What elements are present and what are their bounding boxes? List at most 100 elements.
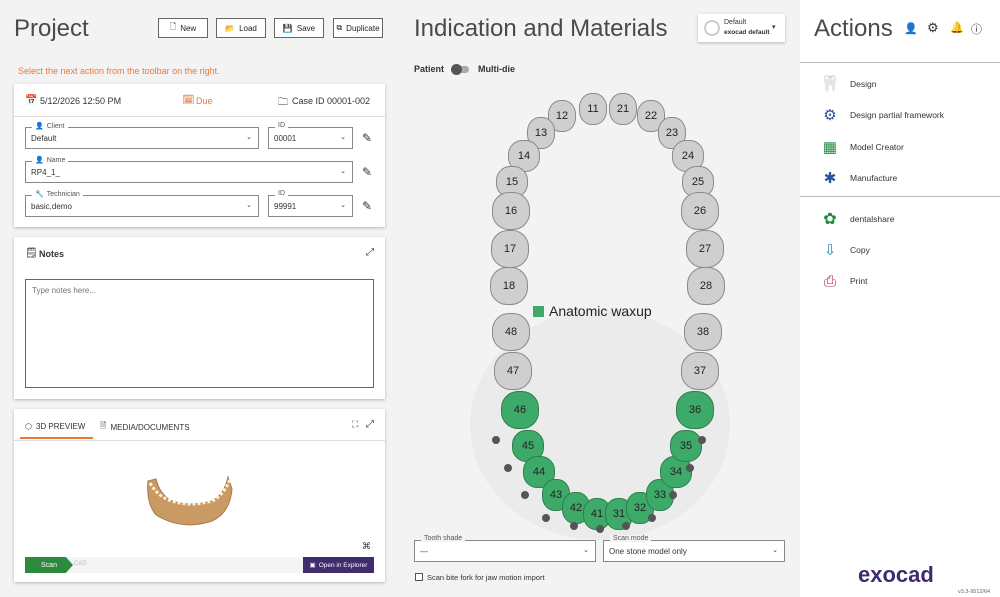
cad-step[interactable]: CAD [74, 561, 87, 567]
notes-input[interactable] [25, 279, 374, 388]
tooth-17[interactable]: 17 [491, 230, 529, 268]
expand-icon[interactable]: ⤢ [366, 419, 374, 430]
connector-dot[interactable] [492, 436, 500, 444]
connector-dot[interactable] [686, 464, 694, 472]
expand-icon[interactable]: ⤢ [366, 247, 374, 258]
legend-label: Anatomic waxup [549, 303, 652, 319]
version-text: v3.3-9512/64 [958, 589, 991, 595]
edit-client-icon[interactable]: ✎ [362, 131, 372, 145]
tooth-number: 17 [503, 243, 517, 255]
due-label[interactable]: Due [196, 96, 213, 106]
duplicate-button[interactable]: ⧉ Duplicate [333, 18, 383, 38]
action-model-creator[interactable]: ▦ Model Creator [820, 137, 904, 157]
save-button[interactable]: 💾 Save [274, 18, 324, 38]
load-button[interactable]: 📂 Load [216, 18, 266, 38]
caret-down-icon: ▾ [772, 24, 776, 31]
preset-icon [704, 20, 720, 36]
tooth-number: 33 [653, 489, 667, 501]
tooth-35[interactable]: 35 [670, 430, 702, 462]
user-icon[interactable]: 👤 [904, 22, 918, 35]
tooth-21[interactable]: 21 [609, 93, 637, 125]
tooth-number: 36 [688, 404, 702, 416]
chevron-down-icon: ⌄ [340, 202, 346, 209]
notes-icon: 🗒 [25, 248, 38, 259]
divider [14, 116, 385, 117]
connector-dot[interactable] [622, 522, 630, 530]
save-icon: 💾 [282, 23, 293, 33]
tooth-48[interactable]: 48 [492, 313, 530, 351]
duplicate-icon: ⧉ [336, 23, 343, 32]
scan-mode-select[interactable]: Scan mode One stone model only ⌄ [603, 535, 785, 562]
help-icon[interactable]: ⓘ [971, 21, 982, 37]
tooth-18[interactable]: 18 [490, 267, 528, 305]
tooth-16[interactable]: 16 [492, 192, 530, 230]
tooth-number: 41 [590, 508, 604, 520]
connector-dot[interactable] [542, 514, 550, 522]
tooth-36[interactable]: 36 [676, 391, 714, 429]
connector-dot[interactable] [596, 525, 604, 533]
tooth-38[interactable]: 38 [684, 313, 722, 351]
scan-bite-checkbox[interactable] [415, 573, 423, 581]
screenshot-icon[interactable]: ⌘ [362, 541, 371, 552]
tooth-26[interactable]: 26 [681, 192, 719, 230]
client-id-select[interactable]: ID 00001 ⌄ [268, 122, 353, 149]
jaw-model-preview[interactable] [142, 471, 236, 533]
action-design[interactable]: 🦷 Design [820, 74, 876, 94]
hint-text: Select the next action from the toolbar … [18, 66, 220, 76]
connector-dot[interactable] [669, 491, 677, 499]
bell-icon[interactable]: 🔔 [950, 21, 964, 34]
exocad-logo: exocad [858, 562, 934, 587]
case-id: 00001-002 [327, 96, 371, 106]
tooth-number: 26 [693, 205, 707, 217]
tooth-number: 21 [616, 103, 630, 115]
technician-select[interactable]: 🔧 Technician basic,demo ⌄ [25, 190, 259, 217]
chevron-down-icon: ⌄ [340, 134, 346, 141]
action-manufacture[interactable]: ✱ Manufacture [820, 168, 898, 188]
open-explorer-button[interactable]: ▣ Open in Explorer [303, 557, 374, 573]
connector-dot[interactable] [648, 514, 656, 522]
multidie-toggle[interactable] [451, 64, 469, 75]
tooth-shade-select[interactable]: Tooth shade --- ⌄ [414, 535, 596, 562]
client-select[interactable]: 👤 Client Default ⌄ [25, 122, 259, 149]
connector-dot[interactable] [570, 522, 578, 530]
scan-step[interactable]: Scan [25, 557, 73, 573]
calendar-icon: 📅 [25, 95, 38, 106]
fullscreen-icon[interactable]: ⛶ [352, 419, 358, 430]
dentalshare-icon: ✿ [823, 211, 837, 228]
actions-divider [800, 196, 1000, 197]
toggle-knob [451, 64, 462, 75]
action-dentalshare[interactable]: ✿ dentalshare [820, 209, 894, 229]
connector-dot[interactable] [698, 436, 706, 444]
tooth-number: 14 [517, 150, 531, 162]
action-print[interactable]: ⎙ Print [820, 271, 868, 291]
tooth-46[interactable]: 46 [501, 391, 539, 429]
tab-3d-preview[interactable]: ⬡ 3D PREVIEW [20, 415, 93, 439]
edit-name-icon[interactable]: ✎ [362, 165, 372, 179]
tab-media-documents[interactable]: 🗎 MEDIA/DOCUMENTS [100, 415, 190, 439]
new-button[interactable]: 🗋 New [158, 18, 208, 38]
tooth-number: 11 [587, 103, 599, 115]
tooth-37[interactable]: 37 [681, 352, 719, 390]
person-icon: 👤 [35, 157, 44, 164]
chevron-down-icon: ⌄ [772, 547, 778, 554]
tooth-28[interactable]: 28 [687, 267, 725, 305]
name-select[interactable]: 👤 Name RP4_1_ ⌄ [25, 156, 353, 183]
tooth-number: 47 [506, 365, 520, 377]
tooth-11[interactable]: 11 [579, 93, 607, 125]
partial-framework-icon: ⚙ [823, 107, 837, 124]
edit-technician-icon[interactable]: ✎ [362, 199, 372, 213]
preset-select[interactable]: Default exocad default ▾ [698, 14, 785, 42]
patient-label: Patient [414, 64, 445, 74]
preview-card: ⬡ 3D PREVIEW 🗎 MEDIA/DOCUMENTS ⛶ ⤢ ⌘ Scan … [14, 409, 385, 582]
case-card: 📅 5/12/2026 12:50 PM 🗓 Due 🗀 Case ID 000… [14, 84, 385, 227]
tooth-number: 18 [502, 280, 516, 292]
connector-dot[interactable] [521, 491, 529, 499]
action-copy[interactable]: ⇩ Copy [820, 240, 870, 260]
gear-icon[interactable]: ⚙ [927, 20, 939, 36]
connector-dot[interactable] [504, 464, 512, 472]
tooth-27[interactable]: 27 [686, 230, 724, 268]
wrench-icon: 🔧 [35, 191, 44, 198]
action-design-partial[interactable]: ⚙ Design partial framework [820, 105, 944, 125]
tooth-47[interactable]: 47 [494, 352, 532, 390]
technician-id-select[interactable]: ID 99991 ⌄ [268, 190, 353, 217]
